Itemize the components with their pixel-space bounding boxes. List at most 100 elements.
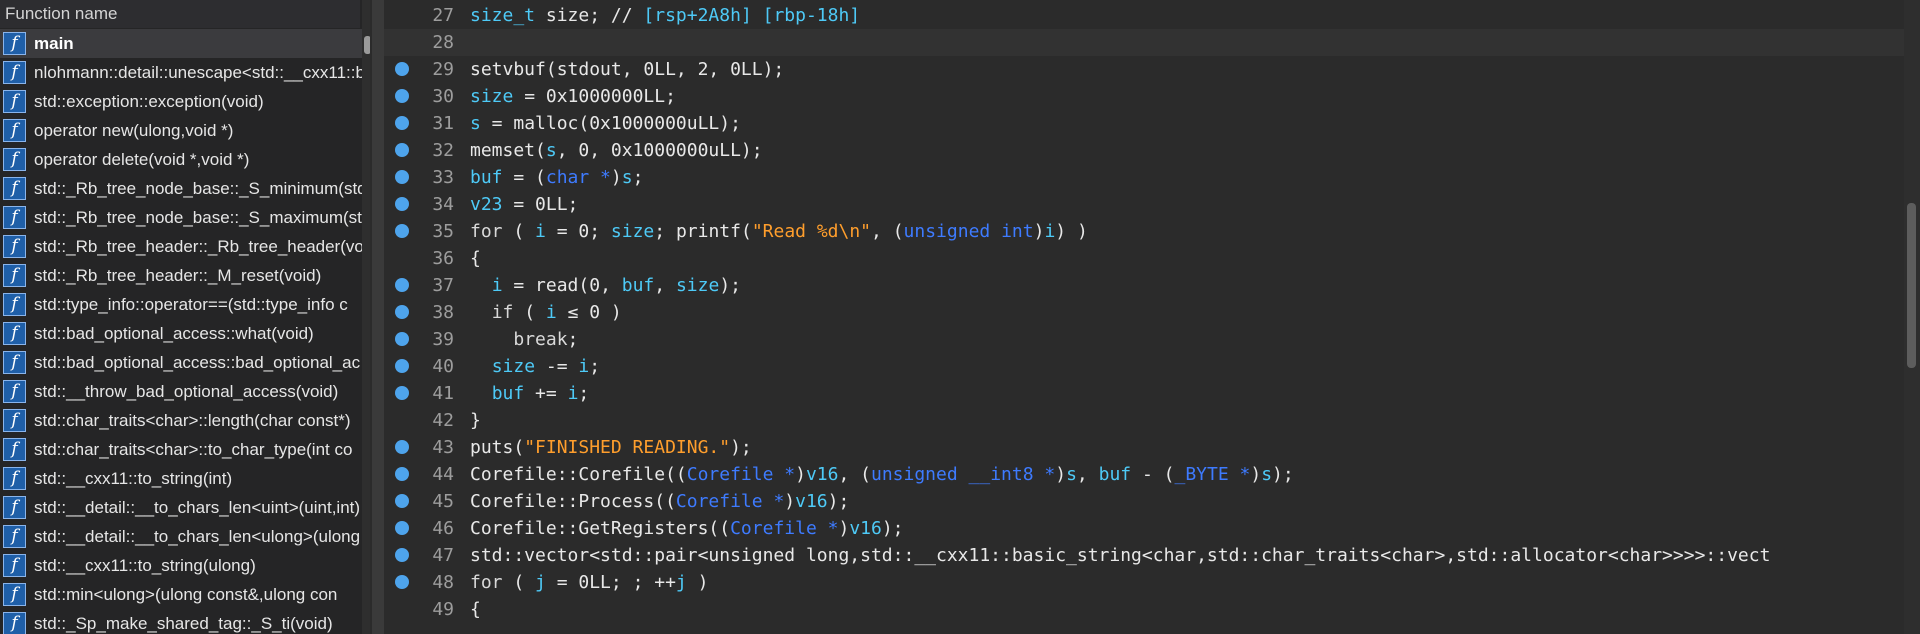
function-list-item[interactable]: f std::type_info::operator==(std::type_in…	[0, 290, 362, 319]
code-token: = 0LL;	[502, 194, 579, 215]
breakpoint-marker-icon[interactable]	[395, 548, 409, 562]
function-list-item[interactable]: f std::min<ulong>(ulong const&,ulong con	[0, 580, 362, 609]
function-list-item[interactable]: f std::__throw_bad_optional_access(void)	[0, 377, 362, 406]
code-line[interactable]: 45 Corefile::Process((Corefile *)v16);	[384, 488, 1904, 515]
breakpoint-marker-icon[interactable]	[395, 332, 409, 346]
function-icon: f	[3, 467, 26, 490]
breakpoint-marker-icon[interactable]	[395, 386, 409, 400]
code-line[interactable]: 38 if ( i ≤ 0 )	[384, 299, 1904, 326]
function-list-item[interactable]: f std::_Rb_tree_header::_M_reset(void)	[0, 261, 362, 290]
code-line[interactable]: 31 s = malloc(0x1000000uLL);	[384, 110, 1904, 137]
function-list-item[interactable]: f std::_Rb_tree_header::_Rb_tree_header(v…	[0, 232, 362, 261]
function-icon: f	[3, 583, 26, 606]
code-token: size	[491, 356, 536, 377]
code-text: v23 = 0LL;	[470, 191, 578, 218]
code-line[interactable]: 40 size -= i;	[384, 353, 1904, 380]
breakpoint-marker-icon[interactable]	[395, 116, 409, 130]
code-text: {	[470, 245, 481, 272]
code-token: (	[502, 221, 536, 242]
breakpoint-marker-icon[interactable]	[395, 143, 409, 157]
panel-splitter[interactable]	[372, 0, 384, 634]
function-list-item[interactable]: f std::_Rb_tree_node_base::_S_minimum(std	[0, 174, 362, 203]
function-list-item[interactable]: f std::bad_optional_access::bad_optional_…	[0, 348, 362, 377]
code-token: = 0x1000000LL;	[513, 86, 676, 107]
code-line[interactable]: 49 {	[384, 596, 1904, 623]
code-line[interactable]: 34 v23 = 0LL;	[384, 191, 1904, 218]
function-list-scrollbar[interactable]	[362, 0, 370, 634]
function-list-scroll-thumb[interactable]	[364, 36, 370, 54]
code-line[interactable]: 29 setvbuf(stdout, 0LL, 2, 0LL);	[384, 56, 1904, 83]
pseudocode-scrollbar[interactable]	[1904, 0, 1920, 634]
pseudocode-scroll-thumb[interactable]	[1907, 203, 1916, 368]
code-text: Corefile::Corefile((Corefile *)v16, (uns…	[470, 461, 1294, 488]
function-list-header[interactable]: Function name	[0, 0, 360, 28]
function-list-item[interactable]: f std::__cxx11::to_string(ulong)	[0, 551, 362, 580]
function-list-item[interactable]: f std::__cxx11::to_string(int)	[0, 464, 362, 493]
code-line[interactable]: 28	[384, 29, 1904, 56]
breakpoint-marker-icon[interactable]	[395, 89, 409, 103]
code-line[interactable]: 30 size = 0x1000000LL;	[384, 83, 1904, 110]
breakpoint-marker-icon[interactable]	[395, 278, 409, 292]
line-number: 32	[432, 140, 454, 161]
code-line[interactable]: 48 for ( j = 0LL; ; ++j )	[384, 569, 1904, 596]
function-list-item[interactable]: f nlohmann::detail::unescape<std::__cxx11…	[0, 58, 362, 87]
code-text: break;	[470, 326, 578, 353]
code-line[interactable]: 43 puts("FINISHED READING.");	[384, 434, 1904, 461]
code-line[interactable]: 37 i = read(0, buf, size);	[384, 272, 1904, 299]
code-line[interactable]: 33 buf = (char *)s;	[384, 164, 1904, 191]
function-icon: f	[3, 177, 26, 200]
code-token: - (	[1131, 464, 1175, 485]
code-token: Corefile *	[675, 491, 785, 512]
pseudocode-view[interactable]: 27 size_t size; // [rsp+2A8h] [rbp-18h] 28…	[384, 0, 1904, 634]
code-token: s	[1066, 464, 1077, 485]
function-list-item[interactable]: f std::_Sp_make_shared_tag::_S_ti(void)	[0, 609, 362, 634]
breakpoint-marker-icon[interactable]	[395, 224, 409, 238]
function-list-item[interactable]: f std::char_traits<char>::length(char con…	[0, 406, 362, 435]
function-list-item[interactable]: f std::__detail::__to_chars_len<uint>(uin…	[0, 493, 362, 522]
line-number: 40	[432, 356, 454, 377]
breakpoint-marker-icon[interactable]	[395, 575, 409, 589]
code-token: s	[621, 167, 633, 188]
code-line[interactable]: 39 break;	[384, 326, 1904, 353]
code-token: size	[470, 86, 514, 107]
code-line[interactable]: 42}	[384, 407, 1904, 434]
function-list-item[interactable]: f std::__detail::__to_chars_len<ulong>(ul…	[0, 522, 362, 551]
breakpoint-marker-icon[interactable]	[395, 170, 409, 184]
code-token: Corefile::Corefile((	[470, 464, 687, 485]
code-line[interactable]: 36 {	[384, 245, 1904, 272]
breakpoint-marker-icon[interactable]	[395, 359, 409, 373]
function-list-item[interactable]: f std::exception::exception(void)	[0, 87, 362, 116]
line-number: 37	[432, 275, 454, 296]
code-token: (	[502, 572, 536, 593]
function-list-item[interactable]: f operator delete(void *,void *)	[0, 145, 362, 174]
code-token: -=	[535, 356, 579, 377]
code-line[interactable]: 47 std::vector<std::pair<unsigned long,st…	[384, 542, 1904, 569]
function-icon: f	[3, 61, 26, 84]
code-token: Corefile *	[730, 518, 839, 539]
code-line[interactable]: 32 memset(s, 0, 0x1000000uLL);	[384, 137, 1904, 164]
function-list-item[interactable]: f std::_Rb_tree_node_base::_S_maximum(std	[0, 203, 362, 232]
function-list-item[interactable]: f std::bad_optional_access::what(void)	[0, 319, 362, 348]
code-line[interactable]: 35 for ( i = 0; size; printf("Read %d\n",…	[384, 218, 1904, 245]
function-list-item[interactable]: f main	[0, 29, 362, 58]
code-line[interactable]: 27 size_t size; // [rsp+2A8h] [rbp-18h]	[384, 2, 1904, 29]
code-line[interactable]: 41 buf += i;	[384, 380, 1904, 407]
breakpoint-marker-icon[interactable]	[395, 197, 409, 211]
breakpoint-marker-icon[interactable]	[395, 305, 409, 319]
function-list-item[interactable]: f operator new(ulong,void *)	[0, 116, 362, 145]
code-token: size_t	[470, 5, 536, 26]
code-token: i	[567, 383, 579, 404]
breakpoint-marker-icon[interactable]	[395, 440, 409, 454]
breakpoint-marker-icon[interactable]	[395, 467, 409, 481]
function-name: std::_Sp_make_shared_tag::_S_ti(void)	[34, 613, 333, 633]
code-token: {	[470, 248, 481, 269]
code-line[interactable]: 44 Corefile::Corefile((Corefile *)v16, (u…	[384, 461, 1904, 488]
breakpoint-marker-icon[interactable]	[395, 62, 409, 76]
code-line[interactable]: 46 Corefile::GetRegisters((Corefile *)v16…	[384, 515, 1904, 542]
code-text: size -= i;	[470, 353, 600, 380]
breakpoint-marker-icon[interactable]	[395, 521, 409, 535]
breakpoint-marker-icon[interactable]	[395, 494, 409, 508]
function-list-item[interactable]: f std::char_traits<char>::to_char_type(in…	[0, 435, 362, 464]
function-name: main	[34, 33, 74, 53]
